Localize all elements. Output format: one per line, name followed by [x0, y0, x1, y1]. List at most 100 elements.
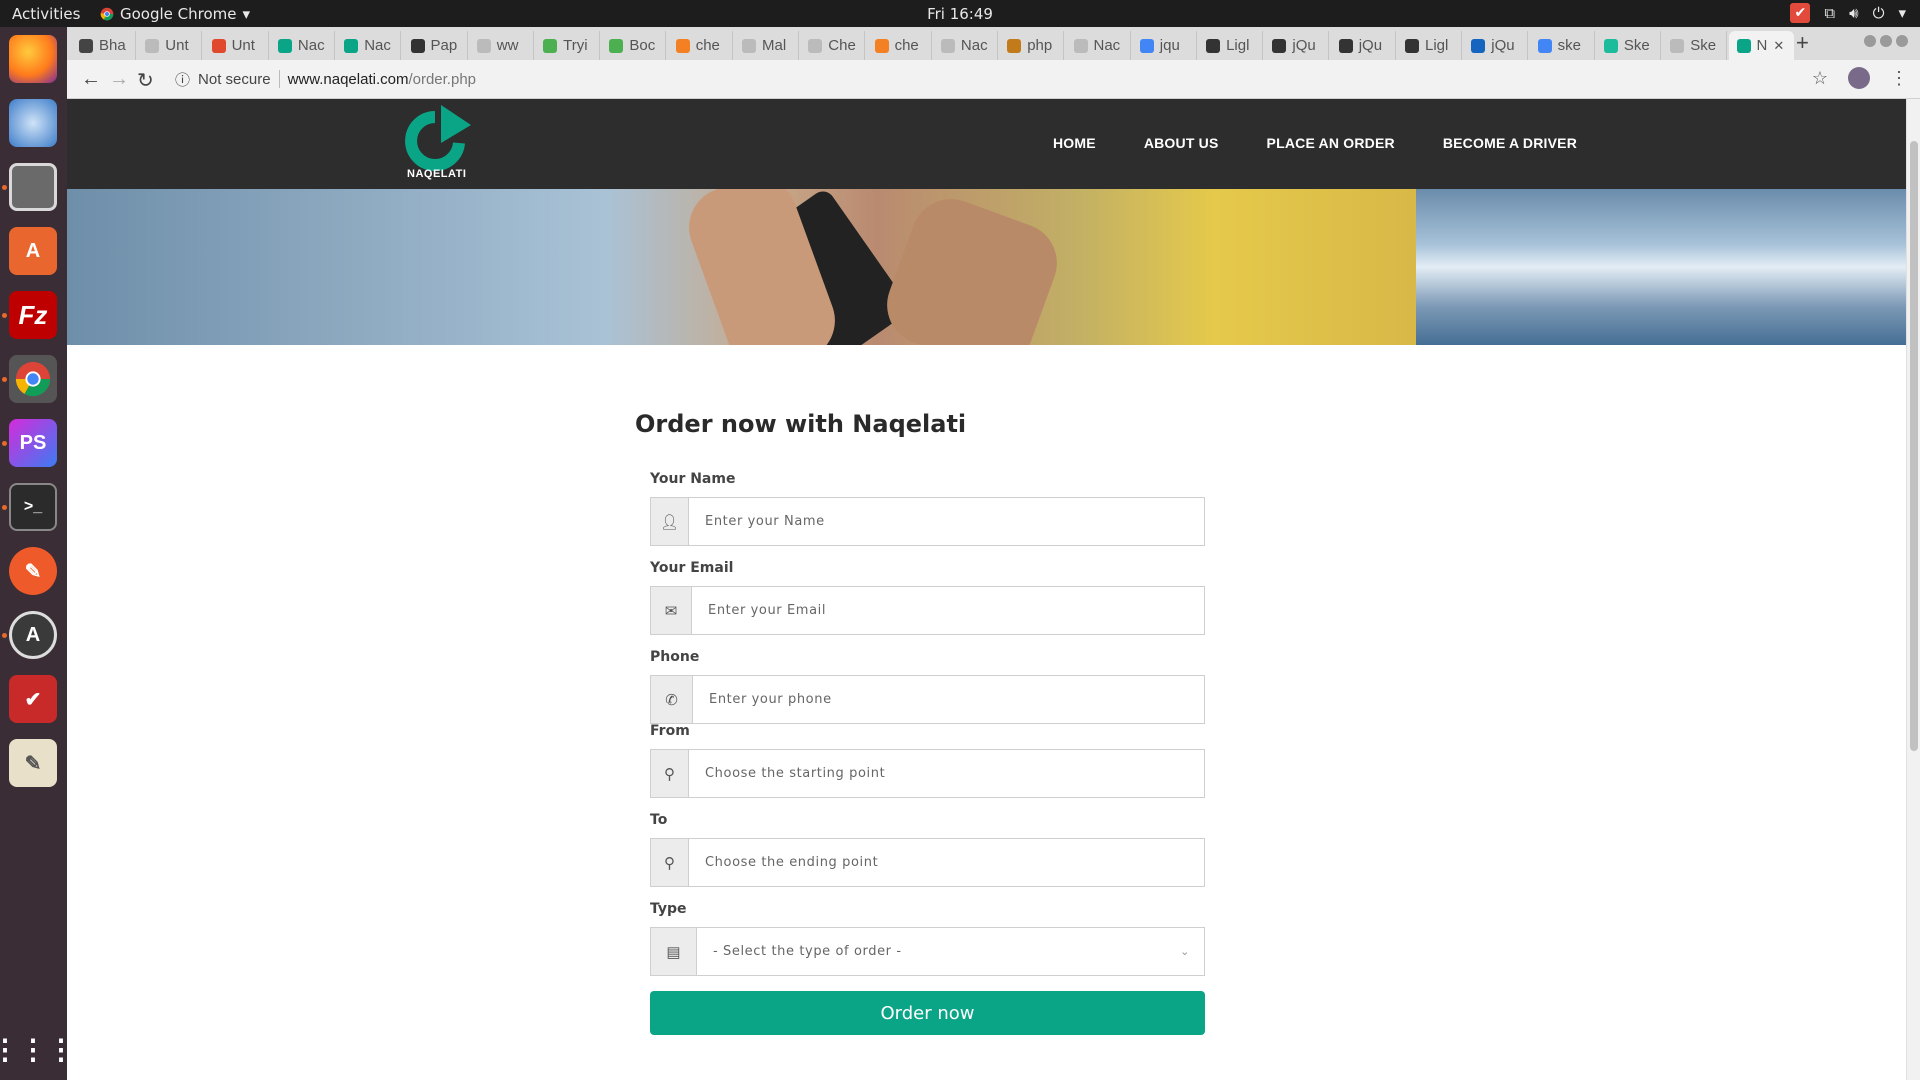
software-center-icon[interactable]: A — [9, 227, 57, 275]
tab-title: jqu — [1159, 37, 1180, 54]
google-icon — [1537, 38, 1552, 53]
browser-tab[interactable]: Tryi — [535, 31, 601, 60]
browser-tab[interactable]: ske — [1530, 31, 1595, 60]
browser-tab[interactable]: Nac — [933, 31, 998, 60]
thunderbird-icon[interactable] — [9, 99, 57, 147]
phone-input[interactable] — [693, 676, 1204, 723]
tab-title: jQu — [1491, 37, 1515, 54]
nav-place-an-order[interactable]: PLACE AN ORDER — [1267, 135, 1395, 151]
tab-title: Nac — [960, 37, 988, 54]
minimize-button[interactable] — [1864, 35, 1876, 47]
form-title: Order now with Naqelati — [635, 410, 967, 438]
new-tab-button[interactable]: + — [1796, 30, 1809, 56]
blank-doc-icon — [1073, 38, 1088, 53]
browser-tab[interactable]: jQu — [1264, 31, 1330, 60]
maximize-button[interactable] — [1880, 35, 1892, 47]
profile-avatar[interactable] — [1848, 67, 1870, 89]
to-label: To — [650, 812, 668, 828]
browser-tab[interactable]: Nac — [270, 31, 335, 60]
order-type-select[interactable]: - Select the type of order - ⌄ — [697, 928, 1204, 975]
filezilla-icon[interactable]: Fz — [9, 291, 57, 339]
circle-icon — [1603, 38, 1618, 53]
browser-tab[interactable]: Ske — [1596, 31, 1661, 60]
tasks-app-icon[interactable]: ✔ — [9, 675, 57, 723]
nav-about-us[interactable]: ABOUT US — [1144, 135, 1219, 151]
url-host: www.naqelati.com — [287, 70, 409, 88]
tasks-indicator-icon[interactable]: ✔ — [1790, 3, 1811, 23]
clock[interactable]: Fri 16:49 — [0, 5, 1920, 23]
scrollbar-thumb[interactable] — [1910, 141, 1918, 751]
app-menu[interactable]: Google Chrome ▾ — [100, 5, 250, 23]
from-label: From — [650, 723, 690, 739]
tab-title: ske — [1557, 37, 1581, 54]
browser-tab[interactable]: Unt — [137, 31, 203, 60]
nav-become-a-driver[interactable]: BECOME A DRIVER — [1443, 135, 1577, 151]
browser-tab[interactable]: Che — [800, 31, 866, 60]
to-input[interactable] — [689, 839, 1204, 886]
terminal-icon[interactable]: >_ — [9, 483, 57, 531]
files-icon[interactable] — [9, 163, 57, 211]
main-nav: HOME ABOUT US PLACE AN ORDER BECOME A DR… — [1053, 135, 1577, 151]
browser-tab[interactable]: jqu — [1132, 31, 1197, 60]
order-now-button[interactable]: Order now — [650, 991, 1205, 1035]
menu-kebab-icon[interactable]: ⋮ — [1890, 68, 1908, 89]
firefox-icon[interactable] — [9, 35, 57, 83]
activities-button[interactable]: Activities — [12, 5, 80, 23]
phone-icon: ✆ — [651, 676, 693, 723]
show-applications-icon[interactable]: ⋮⋮⋮ — [0, 1025, 75, 1073]
info-icon[interactable]: ⓘ — [175, 69, 190, 90]
browser-tab[interactable]: che — [867, 31, 932, 60]
browser-toolbar: ← → ↻ ⓘ Not secure www.naqelati.com/orde… — [67, 60, 1920, 99]
browser-tab[interactable]: che — [668, 31, 733, 60]
w3-icon — [609, 38, 624, 53]
blank-doc-icon — [940, 38, 955, 53]
close-tab-icon[interactable]: ✕ — [1773, 38, 1784, 54]
jquery-icon — [1338, 38, 1353, 53]
browser-tab[interactable]: Bha — [71, 31, 136, 60]
browser-tab[interactable]: Nac — [336, 31, 402, 60]
name-input[interactable] — [689, 498, 1204, 545]
site-header: NAQELATI HOME ABOUT US PLACE AN ORDER BE… — [67, 99, 1906, 189]
browser-tab[interactable]: Pap — [403, 31, 468, 60]
browser-tab[interactable]: jQu — [1331, 31, 1396, 60]
blank-doc-icon — [476, 38, 491, 53]
blank-doc-icon — [742, 38, 756, 53]
running-indicator — [2, 633, 7, 638]
phpstorm-icon[interactable]: PS — [9, 419, 57, 467]
tab-title: Ske — [1690, 37, 1717, 54]
close-window-button[interactable] — [1896, 35, 1908, 47]
browser-tab[interactable]: Boc — [601, 31, 667, 60]
chrome-dock-icon[interactable] — [9, 355, 57, 403]
system-tray[interactable]: ✔ ⧉ 🔊︎ ⏻ ▾ — [1790, 3, 1906, 23]
browser-tab[interactable]: Ske — [1662, 31, 1728, 60]
back-icon[interactable]: ← — [81, 68, 101, 91]
browser-tab[interactable]: Ligl — [1397, 31, 1462, 60]
postman-icon[interactable]: ✎ — [9, 547, 57, 595]
page-scrollbar[interactable] — [1906, 99, 1920, 1080]
browser-tab[interactable]: php — [999, 31, 1065, 60]
forward-icon[interactable]: → — [109, 68, 129, 91]
browser-tab[interactable]: Nac — [1066, 31, 1131, 60]
type-field-group: ▤ - Select the type of order - ⌄ — [650, 927, 1205, 976]
network-icon: ⧉ — [1824, 4, 1836, 22]
type-label: Type — [650, 901, 687, 917]
from-input[interactable] — [689, 750, 1204, 797]
naqelati-icon — [277, 38, 292, 53]
bookmark-star-icon[interactable]: ☆ — [1812, 68, 1828, 89]
blank-doc-icon — [145, 38, 160, 53]
reload-icon[interactable]: ↻ — [137, 68, 154, 93]
power-icon: ⏻ — [1872, 4, 1885, 22]
php-icon — [1007, 38, 1022, 53]
browser-tab[interactable]: N ✕ — [1728, 31, 1794, 60]
browser-tab[interactable]: ww — [469, 31, 534, 60]
security-status[interactable]: Not secure — [198, 71, 271, 88]
email-input[interactable] — [692, 587, 1204, 634]
address-bar[interactable]: ⓘ Not secure www.naqelati.com/order.php — [175, 63, 1835, 95]
browser-tab[interactable]: Ligl — [1198, 31, 1264, 60]
text-editor-icon[interactable]: ✎ — [9, 739, 57, 787]
browser-tab[interactable]: jQu — [1463, 31, 1529, 60]
browser-tab[interactable]: Mal — [734, 31, 799, 60]
nav-home[interactable]: HOME — [1053, 135, 1096, 151]
software-updater-icon[interactable]: A — [9, 611, 57, 659]
browser-tab[interactable]: Unt — [204, 31, 269, 60]
